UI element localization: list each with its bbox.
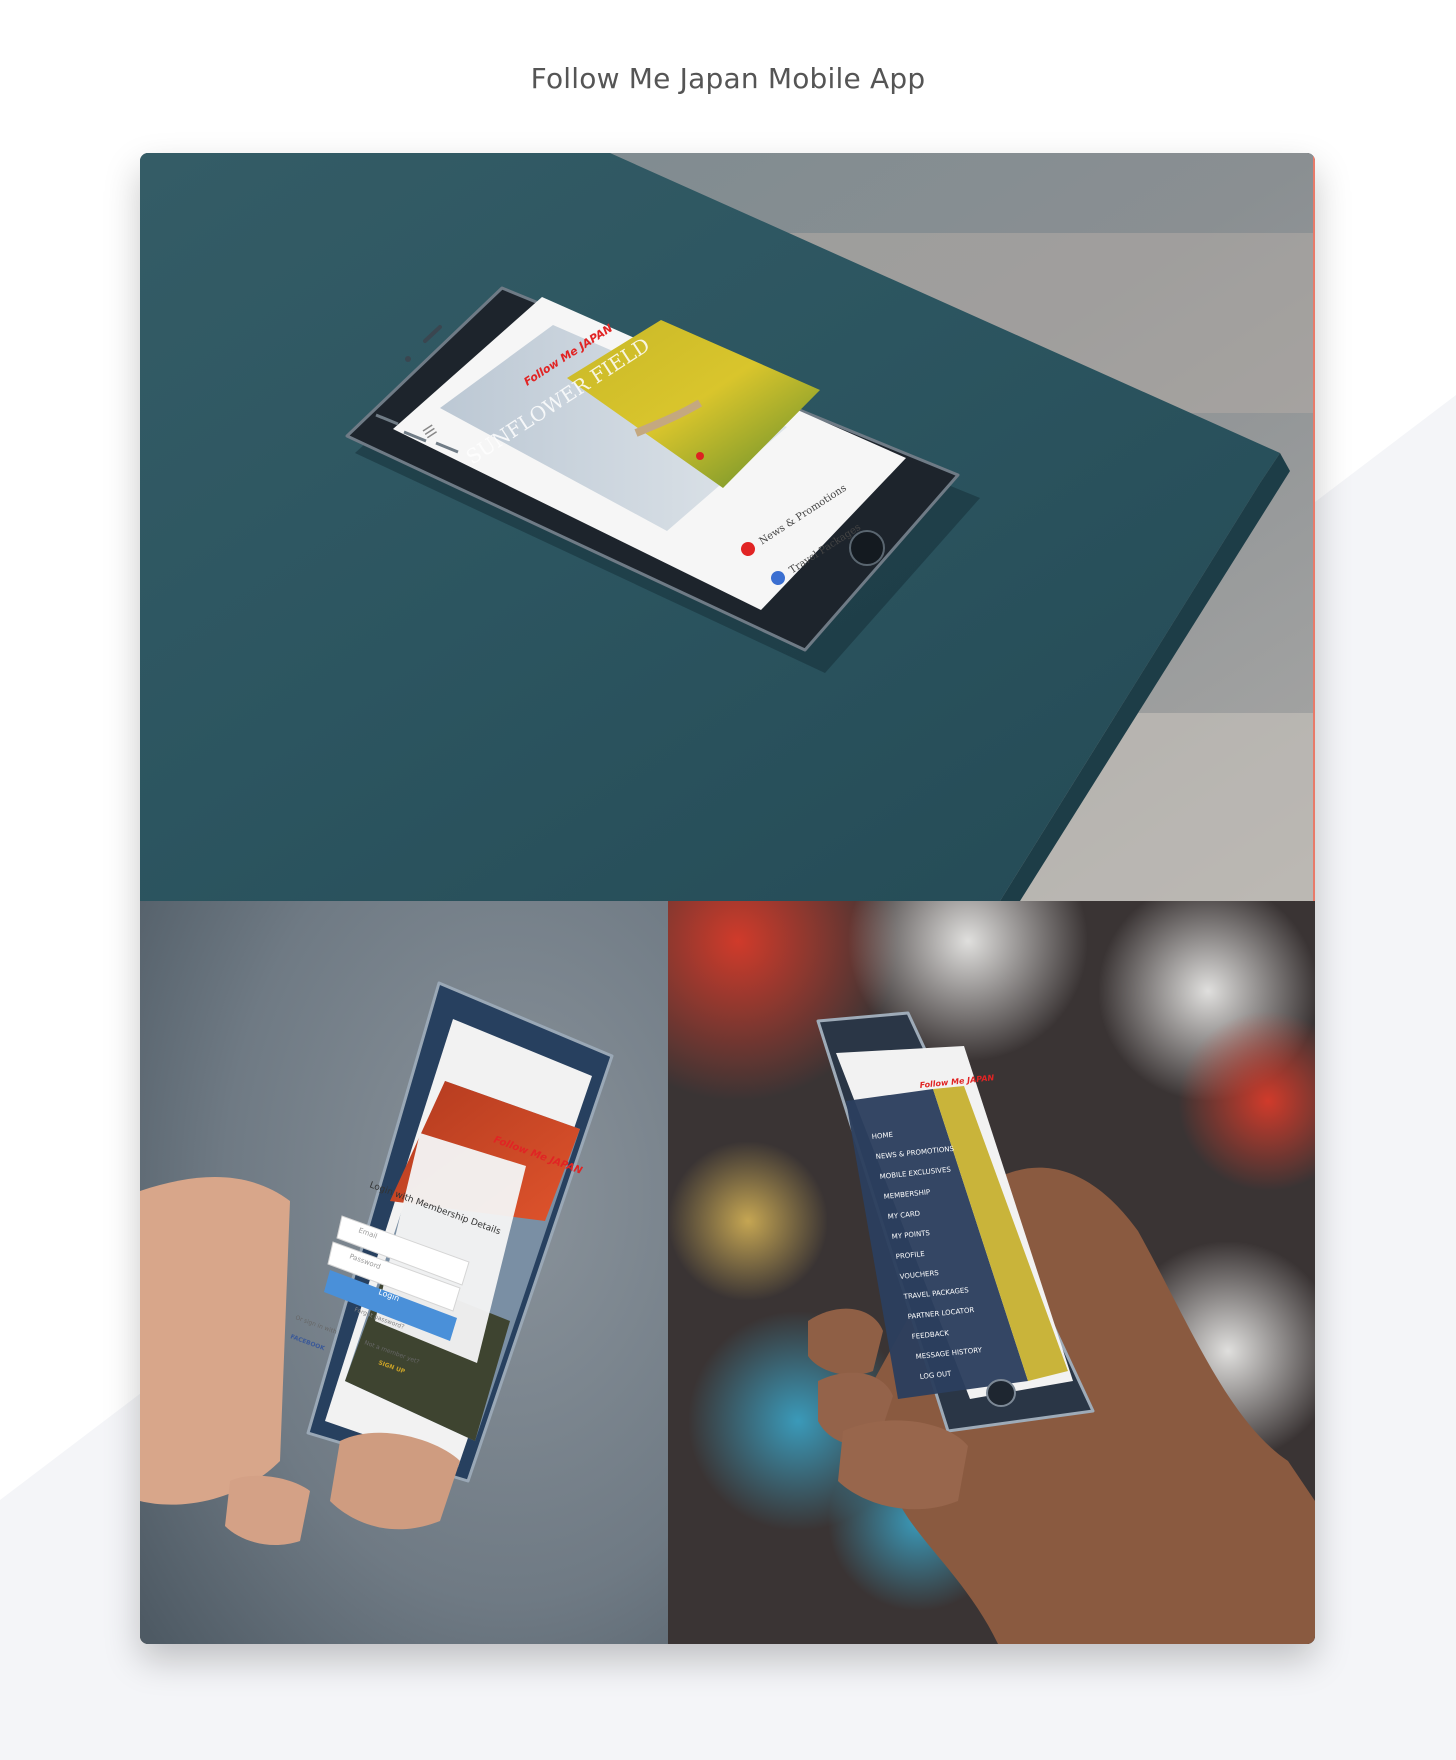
photo-phone-on-table: Follow Me JAPAN SUNFLOWER FIELD News & P… — [140, 153, 1315, 901]
edge-accent — [1313, 153, 1315, 901]
mockup-gallery: Follow Me JAPAN SUNFLOWER FIELD News & P… — [140, 153, 1315, 1644]
photo-menu-in-hand: Follow Me JAPAN HOME NEWS & PROMOTIONS M… — [668, 901, 1315, 1644]
photo-login-in-hand: Follow Me JAPAN Login with Membership De… — [140, 901, 668, 1644]
page-title: Follow Me Japan Mobile App — [530, 62, 926, 95]
